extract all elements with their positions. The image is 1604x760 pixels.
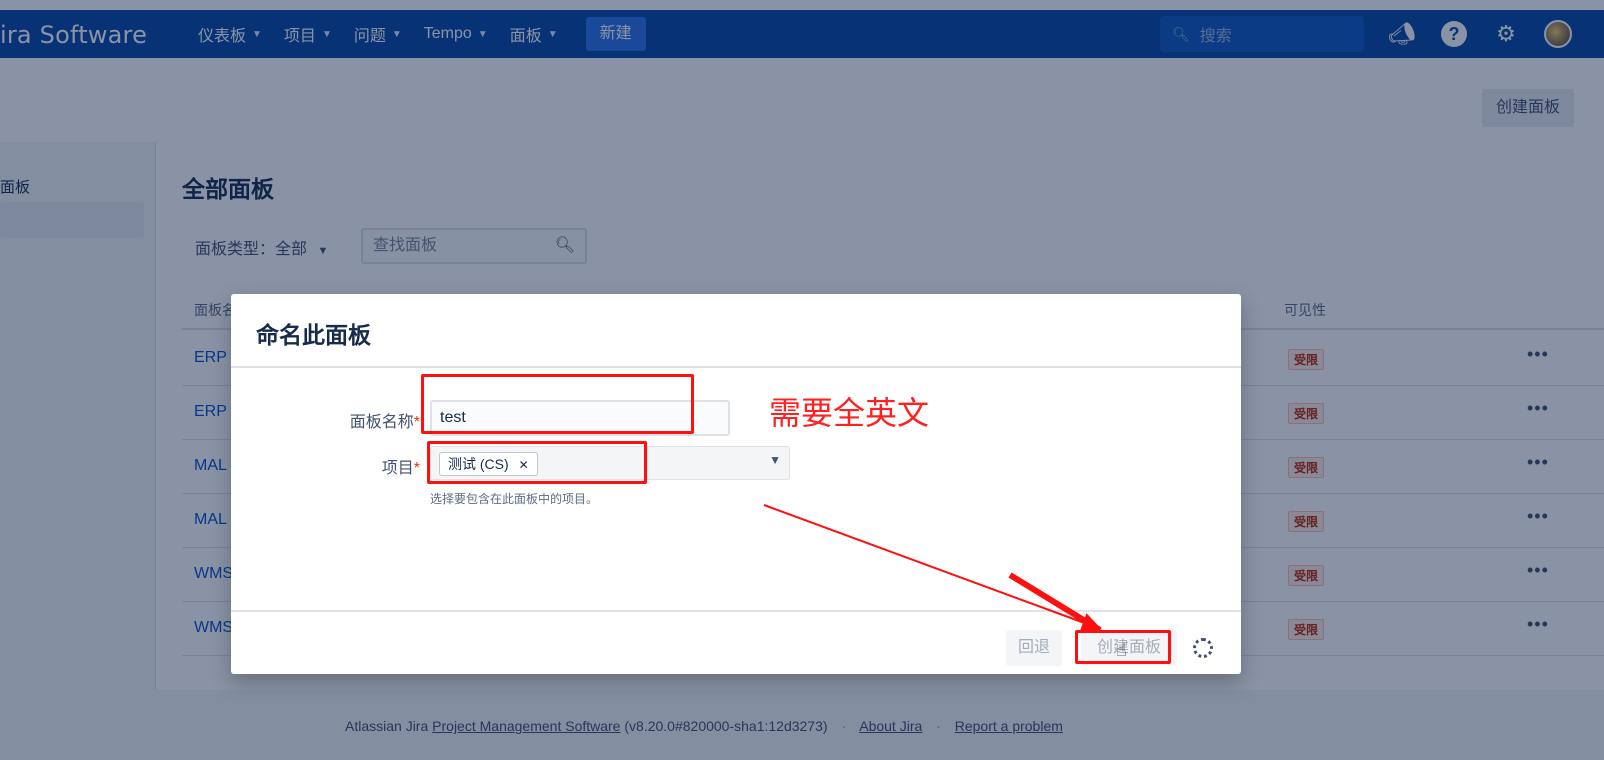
name-board-dialog: 命名此面板 面板名称* test 项目* 测试 (CS) ✕ ▼ 选择要包含在此面…	[231, 294, 1241, 674]
project-label-text: 项目	[381, 460, 414, 477]
dialog-title: 命名此面板	[256, 322, 371, 348]
jira-page: ira Software 仪表板 ▼ 项目 ▼ 问题 ▼ Tempo ▼ 面板 …	[0, 0, 1604, 760]
required-marker: *	[413, 414, 420, 431]
project-help-text: 选择要包含在此面板中的项目。	[430, 492, 599, 506]
required-marker: *	[413, 460, 420, 477]
project-label: 项目*	[320, 454, 420, 478]
dialog-header: 命名此面板	[231, 294, 1241, 368]
board-name-label: 面板名称*	[320, 408, 420, 432]
loading-spinner-icon	[1193, 638, 1213, 658]
back-button[interactable]: 回退	[1006, 630, 1063, 666]
annotation-box-project	[427, 441, 647, 484]
board-name-label-text: 面板名称	[349, 414, 414, 431]
chevron-down-icon[interactable]: ▼	[769, 453, 781, 467]
hand-cursor-icon: ☝	[1116, 640, 1127, 660]
annotation-box-name	[421, 374, 694, 434]
annotation-note: 需要全英文	[769, 395, 930, 431]
